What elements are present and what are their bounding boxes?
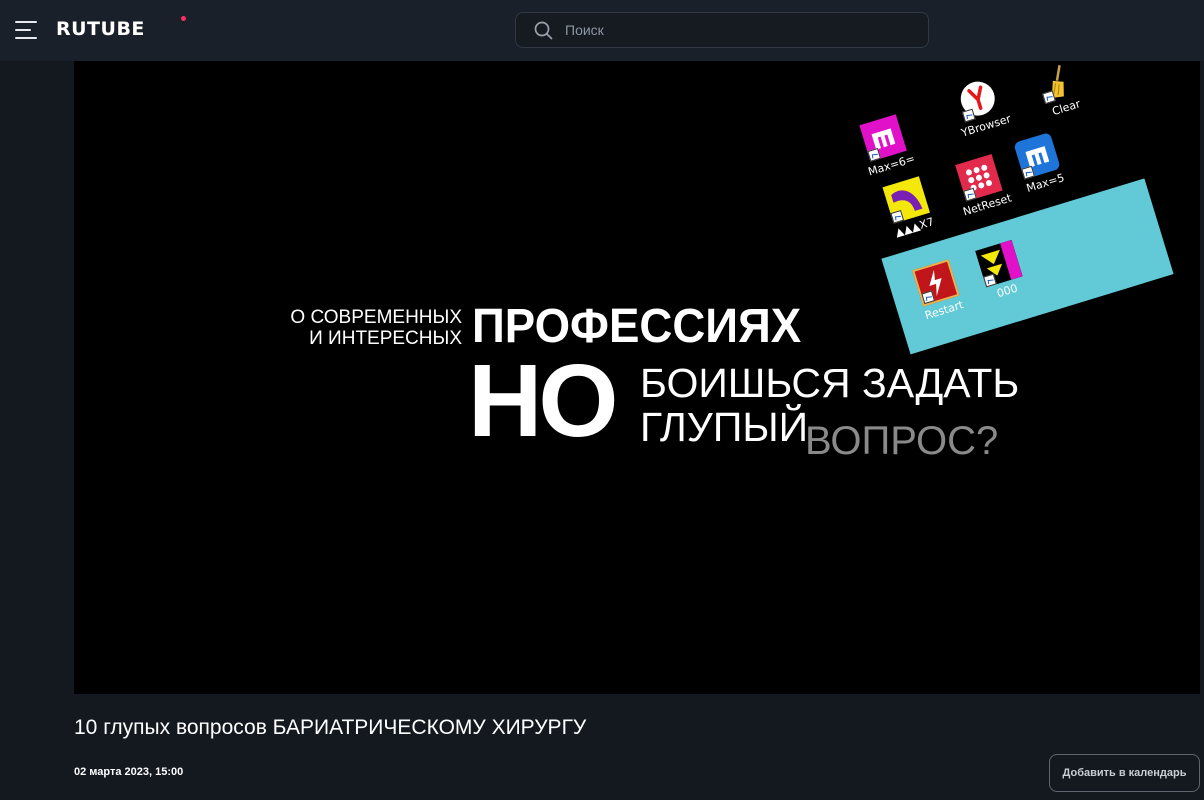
- search-input[interactable]: [565, 13, 915, 47]
- rutube-logo[interactable]: RUTUBE: [56, 18, 145, 40]
- logo-dot: [181, 16, 186, 21]
- thumbnail-line-1: О СОВРЕМЕННЫХ: [290, 307, 462, 328]
- thumbnail-text-intro: О СОВРЕМЕННЫХ И ИНТЕРЕСНЫХ: [284, 307, 462, 349]
- thumbnail-stupid: ГЛУПЫЙ: [640, 404, 809, 450]
- search-icon: [534, 21, 553, 40]
- thumbnail-afraid-to-ask: БОИШЬСЯ ЗАДАТЬ: [640, 360, 1020, 406]
- publish-date: 02 марта 2023, 15:00: [74, 766, 184, 778]
- search-bar[interactable]: [515, 12, 929, 48]
- video-player[interactable]: О СОВРЕМЕННЫХ И ИНТЕРЕСНЫХ ПРОФЕССИЯХ НО…: [74, 61, 1200, 694]
- add-to-calendar-button[interactable]: Добавить в календарь: [1049, 754, 1200, 792]
- thumbnail-question: ВОПРОС?: [805, 419, 999, 463]
- video-title: 10 глупых вопросов БАРИАТРИЧЕСКОМУ ХИРУР…: [74, 716, 587, 739]
- thumbnail-line-2: И ИНТЕРЕСНЫХ: [309, 328, 462, 349]
- thumbnail-but: НО: [468, 343, 618, 458]
- desktop-overlay: Max=6= YBrowser Clear ▲▲▲X7 NetReset Max…: [833, 61, 1174, 355]
- top-bar: RUTUBE: [0, 0, 1204, 61]
- hamburger-icon[interactable]: [15, 21, 37, 39]
